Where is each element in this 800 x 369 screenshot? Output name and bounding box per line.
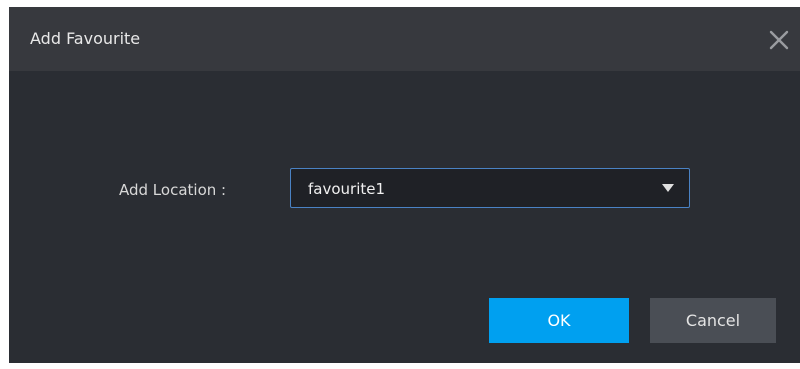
caret-down-icon	[661, 183, 675, 193]
add-location-label: Add Location :	[119, 181, 227, 199]
add-location-select[interactable]: favourite1	[290, 168, 690, 208]
ok-button[interactable]: OK	[489, 298, 629, 343]
close-button[interactable]	[761, 24, 795, 54]
dialog-title: Add Favourite	[30, 29, 141, 48]
dialog-titlebar: Add Favourite	[9, 7, 800, 71]
add-favourite-dialog: Add Favourite Add Location : favourite1 …	[9, 7, 800, 363]
close-icon	[761, 24, 795, 54]
cancel-button[interactable]: Cancel	[650, 298, 776, 343]
add-location-value: favourite1	[308, 180, 386, 198]
